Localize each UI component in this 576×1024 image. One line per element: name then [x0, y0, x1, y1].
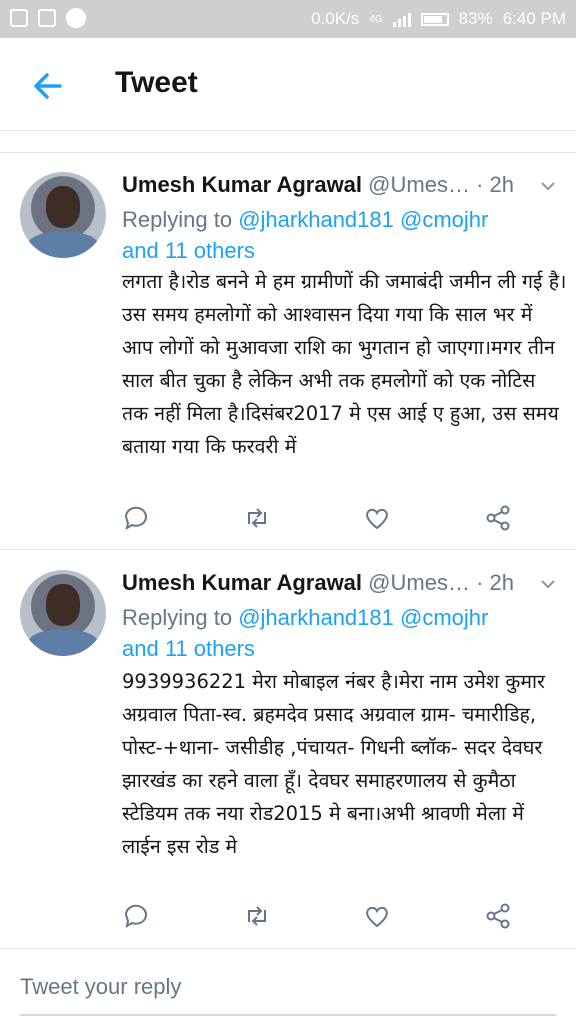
tweet-item[interactable]: Umesh Kumar Agrawal @Umes… · 2h Replying…: [0, 550, 576, 949]
reply-input[interactable]: Tweet your reply: [20, 974, 181, 1000]
tweet-time: · 2h: [476, 172, 515, 197]
avatar[interactable]: [20, 570, 106, 656]
replying-to: Replying to @jharkhand181 @cmojhr and 11…: [122, 204, 562, 266]
mention-link[interactable]: @cmojhr: [400, 207, 488, 232]
chevron-down-icon[interactable]: [540, 576, 556, 592]
mention-link[interactable]: @jharkhand181: [238, 207, 394, 232]
mention-link[interactable]: @jharkhand181: [238, 605, 394, 630]
page-title: Tweet: [115, 66, 198, 99]
status-bar: 0.0K/s 4G 83% 6:40 PM: [0, 0, 576, 38]
tweet-text: लगता है।रोड बनने मे हम ग्रामीणों की जमाब…: [122, 270, 567, 458]
others-link[interactable]: and 11 others: [122, 636, 255, 661]
reply-underline: [20, 1014, 556, 1016]
reply-icon[interactable]: [122, 902, 150, 930]
battery-level: 83%: [458, 9, 493, 28]
heart-icon[interactable]: [363, 504, 391, 532]
retweet-icon[interactable]: [243, 902, 271, 930]
replying-to: Replying to @jharkhand181 @cmojhr and 11…: [122, 602, 562, 664]
author-name[interactable]: Umesh Kumar Agrawal: [122, 172, 362, 197]
notification-icon: [10, 9, 28, 27]
tweet-actions: [122, 504, 512, 532]
mention-link[interactable]: @cmojhr: [400, 605, 488, 630]
share-icon[interactable]: [484, 504, 512, 532]
author-name[interactable]: Umesh Kumar Agrawal: [122, 570, 362, 595]
avatar[interactable]: [20, 172, 106, 258]
tweet-header: Umesh Kumar Agrawal @Umes… · 2h: [122, 172, 514, 198]
back-arrow-icon[interactable]: [30, 68, 66, 104]
app-header: Tweet: [0, 38, 576, 131]
check-icon: [38, 9, 56, 27]
others-link[interactable]: and 11 others: [122, 238, 255, 263]
network-type: 4G: [369, 13, 383, 25]
reply-icon[interactable]: [122, 504, 150, 532]
phone-icon: [66, 8, 86, 28]
chevron-down-icon[interactable]: [540, 178, 556, 194]
replying-prefix: Replying to: [122, 605, 233, 630]
network-speed: 0.0K/s: [311, 9, 360, 28]
clock: 6:40 PM: [502, 9, 566, 28]
signal-icon: [392, 11, 411, 27]
author-handle[interactable]: @Umes…: [368, 570, 470, 595]
reply-bar: Tweet your reply: [0, 950, 576, 1024]
replying-prefix: Replying to: [122, 207, 233, 232]
tweet-item[interactable]: Umesh Kumar Agrawal @Umes… · 2h Replying…: [0, 152, 576, 550]
tweet-header: Umesh Kumar Agrawal @Umes… · 2h: [122, 570, 514, 596]
share-icon[interactable]: [484, 902, 512, 930]
tweet-text: 9939936221 मेरा मोबाइल नंबर है।मेरा नाम …: [122, 670, 546, 858]
previous-tweet-remnant: [0, 130, 576, 153]
retweet-icon[interactable]: [243, 504, 271, 532]
tweet-time: · 2h: [476, 570, 515, 595]
tweet-actions: [122, 902, 512, 930]
heart-icon[interactable]: [363, 902, 391, 930]
battery-icon: [420, 12, 449, 26]
author-handle[interactable]: @Umes…: [368, 172, 470, 197]
